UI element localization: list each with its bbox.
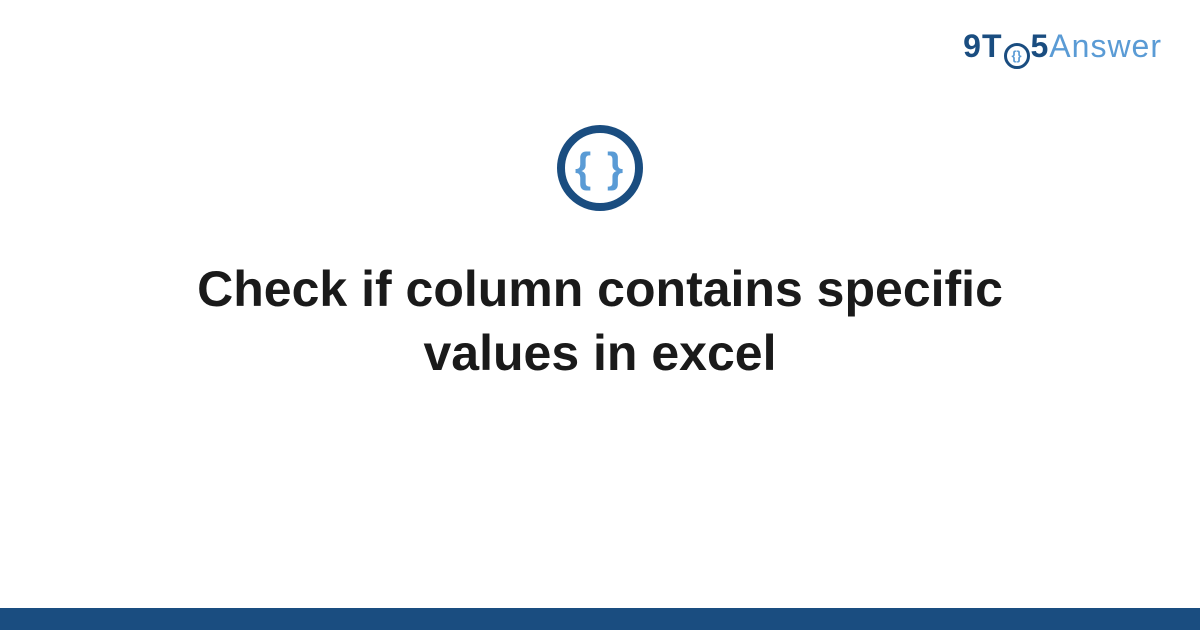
braces-icon-inner: { } [575,147,625,189]
braces-icon: { } [557,125,643,211]
main-content: { } Check if column contains specific va… [0,125,1200,385]
logo-text-5: 5 [1031,28,1050,65]
site-logo: 9T {} 5 Answer [963,28,1162,66]
logo-text-answer: Answer [1049,28,1162,65]
footer-bar [0,608,1200,630]
page-title: Check if column contains specific values… [140,257,1060,385]
logo-braces-icon: {} [1004,43,1030,69]
logo-text-9t: 9T [963,28,1002,65]
logo-braces-inner: {} [1011,49,1021,62]
